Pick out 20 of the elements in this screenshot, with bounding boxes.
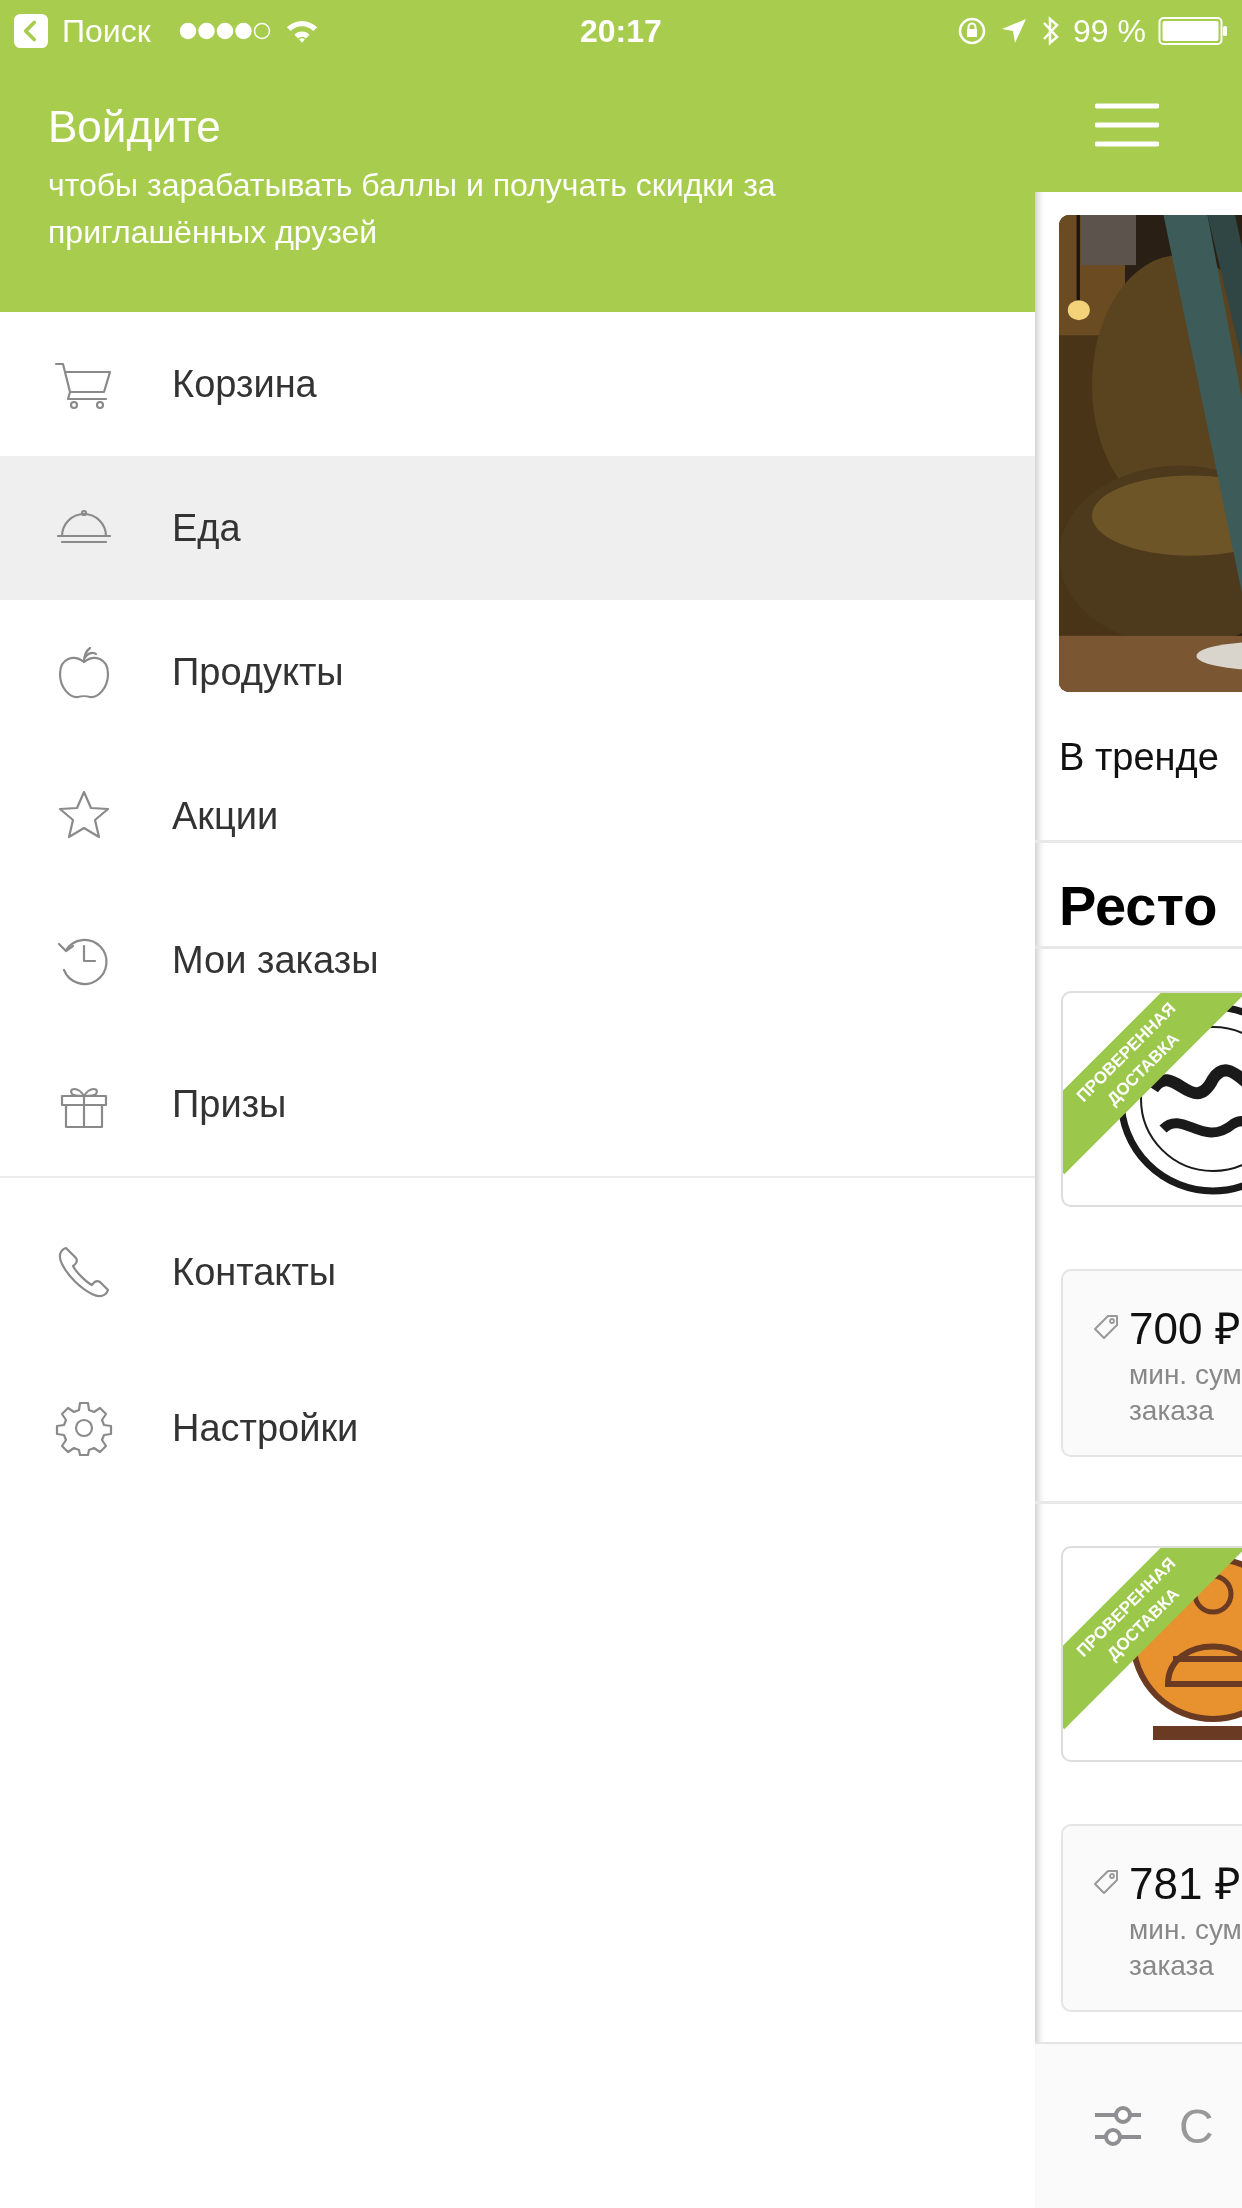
min-order-price: 700 ₽ (1129, 1303, 1241, 1355)
rotation-lock-icon (957, 16, 988, 46)
section-label[interactable]: В тренде (1035, 692, 1242, 843)
battery-icon (1158, 16, 1228, 46)
section-heading: Ресто (1059, 873, 1218, 939)
login-subtitle: чтобы зарабатывать баллы и получать скидки за приглашённых друзей (48, 166, 777, 252)
price-tag-icon (1091, 1867, 1121, 1897)
back-icon[interactable] (14, 14, 48, 48)
menu-icon[interactable] (1095, 102, 1159, 148)
min-order-label: мин. сум (1128, 1913, 1242, 1947)
clock: 20:17 (580, 12, 662, 50)
min-order-price: 781 ₽ (1129, 1858, 1241, 1910)
wifi-icon (284, 18, 319, 44)
signal-icon (178, 22, 271, 40)
min-order-label: заказа (1128, 1949, 1215, 1983)
battery-percent: 99 % (1073, 12, 1146, 50)
menu-item[interactable]: Еда (0, 456, 1035, 600)
price-tag-icon (1091, 1312, 1121, 1342)
min-order-label: мин. сум (1128, 1358, 1242, 1392)
min-order-label: заказа (1128, 1394, 1215, 1428)
